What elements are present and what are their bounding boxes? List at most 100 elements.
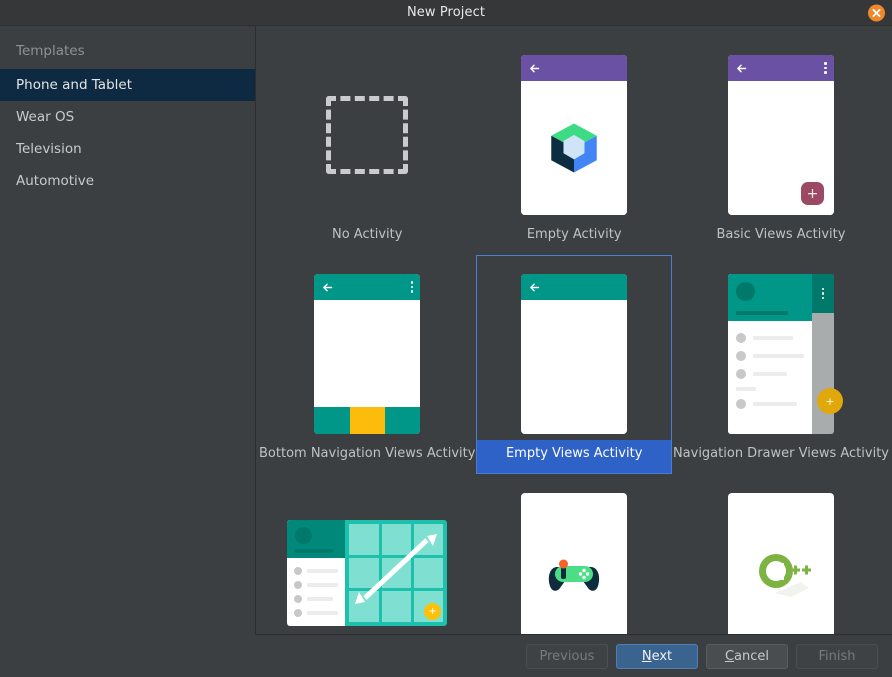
template-label-selected: Empty Views Activity	[477, 440, 671, 473]
template-thumbnail	[477, 268, 671, 440]
list-item	[287, 564, 345, 578]
list-item-text-placeholder	[307, 597, 334, 601]
title-bar: New Project	[0, 0, 892, 26]
overflow-menu-icon	[821, 287, 825, 300]
fab-plus-label: +	[428, 605, 437, 617]
sidebar-item-label: Automotive	[16, 173, 95, 189]
list-item	[287, 606, 345, 620]
template-card-native-cpp[interactable]	[672, 474, 890, 634]
drawer-header	[287, 520, 346, 558]
list-item-text-placeholder	[752, 371, 787, 377]
list-item	[287, 578, 345, 592]
drawer-item-list	[728, 321, 812, 413]
next-button-mnemonic: N	[641, 648, 652, 664]
finish-button[interactable]: Finish	[796, 643, 878, 669]
sidebar-item-label: Television	[16, 141, 82, 157]
phone-mockup: +	[727, 274, 843, 434]
template-gallery[interactable]: No Activity Empty Activity + Basic Views…	[256, 26, 892, 635]
template-thumbnail	[673, 487, 889, 634]
previous-button-label: Previous	[539, 648, 595, 664]
back-arrow-icon	[737, 64, 747, 72]
tablet-mockup: +	[287, 520, 448, 626]
list-item	[728, 365, 812, 383]
list-item	[728, 395, 812, 413]
app-bar	[314, 274, 421, 300]
list-item	[287, 592, 345, 606]
drawer-header-text-placeholder	[735, 310, 788, 315]
bottom-nav-item-active	[349, 407, 385, 434]
phone-content	[314, 300, 421, 407]
dialog-footer: Previous Next Cancel Finish	[0, 635, 892, 677]
template-thumbnail: +	[673, 49, 889, 221]
overflow-menu-area	[811, 274, 834, 313]
list-item-icon	[294, 581, 303, 589]
template-card-responsive-views-activity[interactable]: +	[258, 474, 476, 634]
phone-mockup: +	[727, 55, 834, 215]
phone-mockup	[314, 274, 421, 434]
app-bar	[521, 55, 628, 81]
template-card-bottom-navigation-views-activity[interactable]: Bottom Navigation Views Activity	[258, 255, 476, 474]
new-project-dialog: New Project Templates Phone and Tablet W…	[0, 0, 892, 677]
list-item-icon	[294, 595, 303, 603]
tablet-content-grid: +	[345, 520, 448, 626]
sidebar-item-wear-os[interactable]: Wear OS	[0, 101, 255, 133]
back-arrow-icon	[530, 64, 540, 72]
list-item-icon	[294, 609, 303, 617]
floating-action-button-icon: +	[800, 182, 824, 205]
sidebar-item-television[interactable]: Television	[0, 133, 255, 165]
dashed-placeholder-icon	[326, 96, 409, 174]
list-item	[728, 329, 812, 347]
phone-mockup	[521, 55, 628, 215]
list-item-text-placeholder	[307, 583, 339, 587]
template-thumbnail	[477, 49, 671, 221]
phone-mockup	[521, 274, 628, 434]
close-icon[interactable]	[868, 4, 885, 21]
template-card-basic-views-activity[interactable]: + Basic Views Activity	[672, 36, 890, 255]
template-card-no-activity[interactable]: No Activity	[258, 36, 476, 255]
drawer-item-list	[287, 558, 345, 620]
back-arrow-icon	[323, 283, 333, 291]
bottom-nav-item	[384, 407, 421, 434]
template-thumbnail: +	[673, 268, 889, 440]
bottom-nav-item	[314, 407, 350, 434]
template-grid: No Activity Empty Activity + Basic Views…	[256, 36, 892, 634]
template-label: Navigation Drawer Views Activity	[672, 446, 889, 461]
template-thumbnail	[477, 487, 671, 634]
cancel-button[interactable]: Cancel	[706, 643, 788, 669]
sidebar-item-phone-and-tablet[interactable]: Phone and Tablet	[0, 69, 255, 101]
cpp-logo-icon	[758, 554, 811, 597]
list-item-icon	[294, 567, 303, 575]
cancel-button-label-rest: ancel	[734, 648, 770, 664]
avatar	[295, 527, 313, 544]
next-button-label-rest: ext	[651, 648, 673, 664]
template-label: Empty Activity	[526, 227, 622, 242]
overflow-menu-icon	[824, 62, 827, 74]
template-thumbnail	[259, 49, 475, 221]
game-controller-icon	[549, 559, 600, 591]
list-item-text-placeholder	[752, 401, 797, 407]
bottom-navigation-bar	[314, 407, 421, 434]
finish-button-label: Finish	[818, 648, 856, 664]
fab-plus-label: +	[806, 185, 819, 202]
list-item-text-placeholder	[752, 335, 793, 341]
drawer-header-text-placeholder	[295, 549, 334, 553]
sidebar-item-label: Wear OS	[16, 109, 75, 125]
next-button[interactable]: Next	[616, 643, 698, 669]
navigation-drawer-panel	[727, 274, 812, 434]
template-card-game-activity[interactable]	[476, 474, 672, 634]
overflow-menu-icon	[410, 281, 414, 293]
template-card-navigation-drawer-views-activity[interactable]: + Navigation Drawer Views Activity	[672, 255, 890, 474]
sidebar-item-automotive[interactable]: Automotive	[0, 165, 255, 197]
template-card-empty-views-activity[interactable]: Empty Views Activity	[476, 255, 672, 474]
floating-action-button-icon: +	[816, 388, 843, 414]
template-card-empty-activity[interactable]: Empty Activity	[476, 36, 672, 255]
phone-content	[521, 81, 628, 215]
fab-plus-label: +	[825, 394, 835, 408]
template-label: Basic Views Activity	[716, 227, 846, 242]
previous-button[interactable]: Previous	[526, 643, 608, 669]
sidebar-header: Templates	[16, 43, 85, 59]
app-bar	[727, 55, 834, 81]
phone-mockup	[521, 493, 628, 634]
list-item-icon	[735, 351, 746, 361]
list-item-text-placeholder	[307, 569, 339, 573]
